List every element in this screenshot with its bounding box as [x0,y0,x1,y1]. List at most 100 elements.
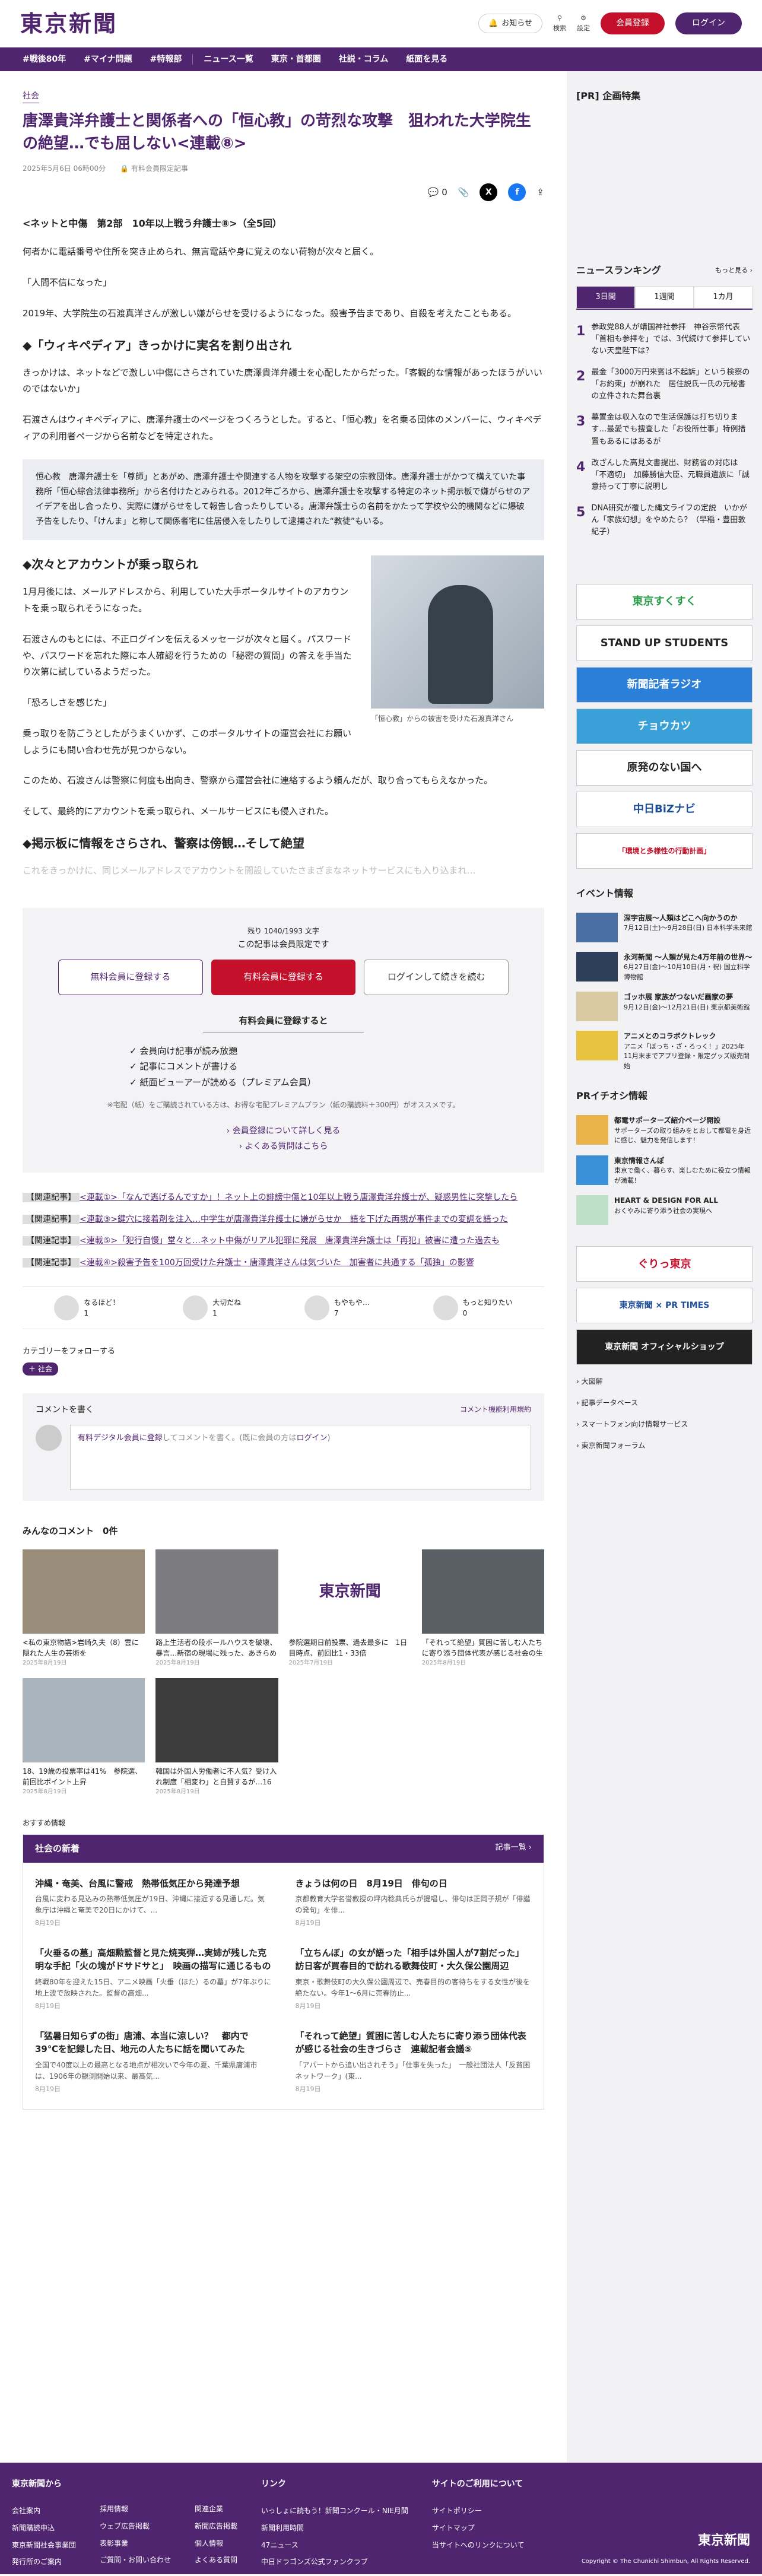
related-link[interactable]: <連載①>「なんで逃げるんですか」！ネット上の誹謗中傷と10年以上戦う唐澤貴洋弁… [80,1193,517,1202]
ranking-item[interactable]: 4 改ざんした高見文書提出、財務省の対応は「不適切」 加藤勝信大臣、元職員遺族に「… [576,458,753,493]
footer-link[interactable]: 東京新聞社会事業団 [12,2537,76,2554]
login-continue-button[interactable]: ログインして続きを読む [364,959,509,995]
ranking-item[interactable]: 5 DNA研究が覆した縄文ライフの定説 いかがん「家族幻想」をやめたら？（早稲・豊… [576,503,753,538]
tab-1month[interactable]: 1カ月 [694,286,753,309]
notice-button[interactable]: 🔔 お知らせ [478,13,542,34]
related-link[interactable]: <連載④>殺害予告を100万回受けた弁護士・唐澤貴洋さんは気づいた 加害者に共通… [80,1258,474,1268]
category-link[interactable]: 社会 [23,90,39,103]
side-link[interactable]: › 記事データベース [576,1392,753,1414]
nav-item[interactable]: ニュース一覧 [196,53,260,66]
related-link[interactable]: <連載⑤>「犯行自慢」堂々と…ネット中傷がリアル犯罪に発展 唐澤貴洋弁護士は「再… [80,1236,500,1246]
share-icon[interactable]: ⇪ [536,186,544,199]
comment-register-link[interactable]: 有料デジタル会員に登録 [78,1434,163,1443]
facebook-share-icon[interactable]: f [508,183,526,202]
nav-item[interactable]: #マイナ問題 [77,53,139,66]
nav-item[interactable]: #特報部 [143,53,189,66]
nav-item[interactable]: #戦後80年 [15,53,73,66]
banner[interactable]: 中日BiZナビ [576,791,753,827]
news-item[interactable]: 沖縄・奄美、台風に警戒 熱帯低気圧から発達予想 台風に変わる見込みの熱帯低気圧が1… [35,1877,272,1929]
ranking-more-link[interactable]: もっと見る › [715,266,753,276]
banner[interactable]: 原発のない国へ [576,749,753,786]
comment-count[interactable]: 💬 0 [428,186,447,199]
event-item[interactable]: 深宇宙展〜人類はどこへ向かうのか 7月12日(土)〜9月28日(日) 日本科学未来… [576,912,753,942]
reaction-button[interactable]: もっと知りたい 0 [433,1295,513,1321]
reaction-button[interactable]: もやもや… 7 [304,1295,370,1321]
ad-banner[interactable]: ぐりっ東京 [576,1246,753,1282]
side-link[interactable]: › 大図解 [576,1371,753,1392]
nav-item[interactable]: 東京・首都圏 [264,53,328,66]
reaction-button[interactable]: 大切だね 1 [183,1295,241,1321]
article-card[interactable]: 韓国は外国人労働者に不人気？受け入れ制度「相変わ」と自賛するが…16万5000人… [155,1678,278,1796]
article-card[interactable]: 18、19歳の投票率は41% 参院選、前回比ポイント上昇 2025年8月19日 [23,1678,145,1796]
nav-item[interactable]: 社説・コラム [332,53,396,66]
footer-link[interactable]: 新聞購読申込 [12,2520,76,2537]
article-card[interactable]: 路上生活者の段ボールハウスを破壊、暴言…新宿の現場に残った、あきらめの声「やり.… [155,1549,278,1667]
footer-link[interactable]: 表彰事業 [100,2535,171,2552]
news-item[interactable]: 「猛暑日知らずの街」唐浦、本当に涼しい？ 都内で39℃を記録した日、地元の人たち… [35,2029,272,2095]
paid-register-button[interactable]: 有料会員に登録する [211,959,356,995]
article-card[interactable]: 「それって絶望」質困に苦しむ人たちに寄り添う団体代表が感じる社会の生きづらさ 連… [421,1549,544,1667]
news-item[interactable]: きょうは何の日 8月19日 俳句の日 京都教育大学名誉教授の坪内稔典氏らが提唱し、… [296,1877,532,1929]
free-register-button[interactable]: 無料会員に登録する [58,959,203,995]
news-item[interactable]: 「立ちんぼ」の女が語った「相手は外国人が7割だった」訪日客が買春目的で訪れる歌舞… [296,1946,532,2012]
faq-link[interactable]: › よくある質問はこちら [58,1139,509,1155]
ranking-item[interactable]: 1 参政党88人が靖国神社参拝 神谷宗幣代表「首相も参拝を」では、3代続けて参拝し… [576,322,753,357]
footer-link[interactable]: 発行所のご案内 [12,2553,76,2571]
article-card[interactable]: <私の東京物語>岩崎久夫（8）雲に隠れた人生の芸術を 2025年8月19日 [23,1549,145,1667]
footer-link[interactable]: サイトポリシー [432,2502,525,2520]
news-item[interactable]: 「それって絶望」質困に苦しむ人たちに寄り添う団体代表が感じる社会の生きづらさ 連… [296,2029,532,2095]
follow-tag-button[interactable]: ＋ 社会 [23,1362,58,1376]
footer-logo[interactable]: 東京新聞 [698,2531,750,2550]
footer-link[interactable]: ご質問・お問い合わせ [100,2552,171,2569]
related-link[interactable]: <連載③>鍵穴に接着剤を注入…中学生が唐澤貴洋弁護士に嫌がらせか 語を下げた両親… [80,1215,508,1224]
tab-1week[interactable]: 1週間 [635,286,694,309]
footer-link[interactable]: 採用情報 [100,2501,171,2518]
search-button[interactable]: ⚲ 検索 [553,14,566,33]
x-share-icon[interactable]: X [480,183,498,202]
nav-item[interactable]: 紙面を見る [399,53,455,66]
side-link[interactable]: › 東京新聞フォーラム [576,1435,753,1456]
banner[interactable]: STAND UP STUDENTS [576,625,753,661]
footer-link[interactable]: サイトマップ [432,2520,525,2537]
side-link[interactable]: › スマートフォン向け情報サービス [576,1414,753,1435]
footer-link[interactable]: 当サイトへのリンクについて [432,2537,525,2554]
footer-link[interactable]: 新聞広告掲載 [195,2518,237,2535]
footer-link[interactable]: 47ニュース [261,2537,408,2554]
login-button[interactable]: ログイン [675,12,742,34]
ad-banner[interactable]: 東京新聞 × PR TIMES [576,1288,753,1324]
settings-button[interactable]: ⚙ 設定 [577,14,590,33]
comment-terms-link[interactable]: コメント機能利用規約 [460,1404,531,1416]
banner[interactable]: 東京すくすく [576,583,753,620]
clip-icon[interactable]: 📎 [458,186,469,199]
article-photo[interactable] [371,555,544,709]
footer-link[interactable]: 中日ドラゴンズ公式ファンクラブ [261,2553,408,2571]
footer-link[interactable]: ウェブ広告掲載 [100,2518,171,2535]
event-item[interactable]: ゴッホ展 家族がつないだ画家の夢 9月12日(金)〜12月21日(日) 東京都美術… [576,992,753,1022]
footer-link[interactable]: よくある質問 [195,2552,237,2569]
pr-item[interactable]: 都電サポーターズ紹介ページ開設 サポーターズの取り組みをとおして都電を身近に感じ、… [576,1115,753,1146]
pr-item[interactable]: 東京情報さんぽ 東京で働く、暮らす、楽しむために役立つ情報が満載！ [576,1155,753,1186]
news-item[interactable]: 「火垂るの墓」高畑勲監督と見た焼夷弾…実姉が残した克明な手記「火の塊がドサドサと… [35,1946,272,2012]
tab-3days[interactable]: 3日間 [576,286,635,309]
ranking-item[interactable]: 3 墓置金は収入なので生活保護は打ち切ります…最愛でも捜査した「お役所仕事」特例措… [576,412,753,447]
site-logo[interactable]: 東京新聞 [20,7,118,40]
event-item[interactable]: 永河新聞 〜人類が見た4万年前の世界〜 6月27日(金)〜10月10日(月・祝) … [576,951,753,983]
comment-login-link[interactable]: ログイン [296,1434,327,1443]
banner[interactable]: 「環境と多様性の行動計画」 [576,833,753,869]
register-button[interactable]: 会員登録 [601,12,665,34]
banner[interactable]: チョウカツ [576,708,753,744]
event-item[interactable]: アニメとのコラボクトレック アニメ「ぼっち・ざ・ろっく！」2025年11月末までア… [576,1031,753,1071]
footer-link[interactable]: 会社案内 [12,2502,76,2520]
news-more-link[interactable]: 記事一覧 › [496,1842,532,1856]
comment-input[interactable]: 有料デジタル会員に登録してコメントを書く。(既に会員の方はログイン) [70,1424,531,1490]
footer-link[interactable]: いっしょに読もう！新聞コンクール・NIE月間 [261,2502,408,2520]
article-card[interactable]: 東京新聞 参院選期日前投票、過去最多に 1日目時点、前回比1・33倍 2025年7月… [288,1549,411,1667]
banner[interactable]: 新聞記者ラジオ [576,666,753,703]
register-info-link[interactable]: › 会員登録について詳しく見る [58,1123,509,1139]
footer-link[interactable]: 関連企業 [195,2501,237,2518]
footer-link[interactable]: 新聞利用時間 [261,2520,408,2537]
reaction-button[interactable]: なるほど！ 1 [54,1295,119,1321]
footer-link[interactable]: 個人情報 [195,2535,237,2552]
pr-item[interactable]: HEART & DESIGN FOR ALL おくやみに寄り添う社会の実現へ [576,1195,753,1225]
ad-banner[interactable]: 東京新聞 オフィシャルショップ [576,1329,753,1365]
